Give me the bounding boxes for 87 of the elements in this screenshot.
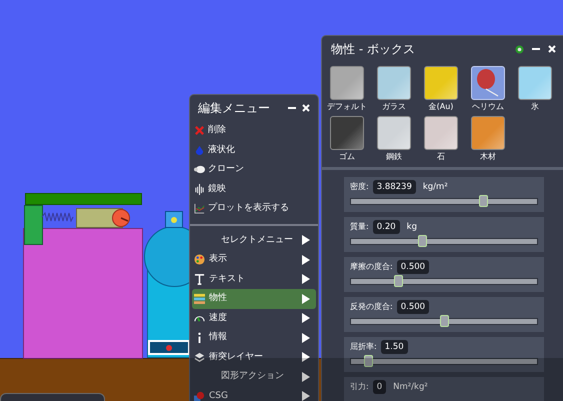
material-label: ゴム	[339, 151, 355, 162]
material-tile[interactable]	[330, 116, 364, 150]
material-label: 木材	[480, 151, 496, 162]
material-tile[interactable]	[330, 66, 364, 100]
minimize-icon[interactable]	[288, 104, 296, 112]
value-field[interactable]: 0.20	[372, 220, 400, 234]
submenu-item[interactable]: 物性	[192, 289, 316, 308]
window-title: 物性 - ボックス	[331, 41, 415, 58]
axle-dot-icon	[171, 216, 177, 222]
material-tile[interactable]	[471, 116, 505, 150]
eye-icon[interactable]	[515, 44, 524, 54]
side-block	[24, 205, 43, 245]
unit-label: Nm²/kg²	[393, 380, 428, 394]
dot-icon	[166, 344, 172, 350]
close-icon[interactable]	[302, 104, 310, 112]
value-field[interactable]: 3.88239	[372, 180, 416, 194]
material-label: ガラス	[382, 101, 406, 112]
slider-track[interactable]	[350, 318, 538, 325]
plot-icon	[194, 203, 205, 214]
minimize-icon[interactable]	[532, 45, 540, 53]
slider-track[interactable]	[350, 198, 538, 205]
material-label: 石	[437, 151, 445, 162]
layers-icon	[194, 293, 205, 304]
menu-item[interactable]: 液状化	[193, 140, 315, 160]
material-label: デフォルト	[327, 101, 367, 112]
window-title: 編集メニュー	[198, 100, 270, 117]
unit-label: kg	[406, 220, 417, 234]
submenu-arrow-icon	[302, 294, 310, 304]
submenu-arrow-icon	[302, 313, 310, 324]
property-label: 質量:	[350, 221, 369, 233]
droplet-icon	[194, 144, 205, 156]
submenu-item[interactable]: テキスト	[192, 270, 316, 289]
wheel-drawing	[112, 209, 130, 227]
submenu-arrow-icon	[302, 372, 310, 382]
slider-thumb[interactable]	[364, 355, 373, 367]
submenu-arrow-icon	[302, 352, 310, 362]
property-label: 引力:	[350, 381, 369, 393]
submenu-arrow-icon	[302, 235, 310, 246]
slider-thumb[interactable]	[418, 235, 427, 247]
mirror-icon	[194, 184, 205, 195]
menu-item[interactable]: プロットを表示する	[193, 199, 315, 218]
material-label: 金(Au)	[428, 101, 454, 112]
submenu-item[interactable]: 情報	[192, 328, 316, 348]
submenu-item[interactable]: 表示	[192, 250, 316, 270]
submenu-arrow-icon	[302, 391, 310, 401]
material-label: 氷	[531, 101, 539, 112]
property-label: 摩擦の度合:	[350, 261, 393, 273]
slider-thumb[interactable]	[440, 315, 449, 327]
csg-icon	[194, 390, 205, 401]
submenu-item[interactable]: CSG	[192, 386, 316, 401]
balloon-icon	[476, 69, 500, 97]
submenu-arrow-icon	[302, 332, 310, 343]
slider-track[interactable]	[350, 238, 538, 245]
material-tile[interactable]	[471, 66, 505, 100]
slider-thumb[interactable]	[394, 275, 402, 287]
close-icon	[194, 125, 205, 136]
close-icon[interactable]	[548, 45, 556, 53]
value-field[interactable]: 0.500	[396, 260, 430, 274]
material-tile[interactable]	[424, 116, 458, 150]
unit-label: kg/m²	[422, 180, 448, 194]
submenu-arrow-icon	[302, 274, 310, 284]
material-tile[interactable]	[518, 66, 552, 100]
layers-icon	[194, 352, 205, 363]
property-label: 反発の度合:	[350, 301, 393, 313]
value-field[interactable]: 1.50	[380, 340, 408, 354]
slider-track[interactable]	[350, 278, 538, 285]
palette-icon	[194, 254, 205, 266]
menu-item[interactable]: 鏡映	[193, 180, 315, 199]
material-label: ヘリウム	[472, 101, 504, 112]
submenu-arrow-icon	[302, 254, 310, 265]
value-field[interactable]: 0	[372, 380, 386, 394]
value-field[interactable]: 0.500	[396, 300, 430, 314]
slider-thumb[interactable]	[479, 195, 488, 207]
menu-item[interactable]: 削除	[193, 121, 315, 140]
material-label: 鋼鉄	[386, 151, 402, 162]
submenu-item[interactable]: 速度	[192, 308, 316, 328]
submenu-item[interactable]: セレクトメニュー	[192, 230, 316, 250]
material-tile[interactable]	[424, 66, 458, 100]
property-label: 密度:	[350, 181, 369, 193]
text-icon	[194, 274, 205, 285]
menu-item[interactable]: クローン	[193, 160, 315, 180]
property-label: 屈折率:	[350, 341, 377, 353]
submenu-item[interactable]: 衝突レイヤー	[192, 348, 316, 367]
material-tile[interactable]	[377, 66, 411, 100]
material-tile[interactable]	[377, 116, 411, 150]
submenu-item[interactable]: 図形アクション	[192, 367, 316, 386]
slider-track[interactable]	[350, 358, 538, 365]
